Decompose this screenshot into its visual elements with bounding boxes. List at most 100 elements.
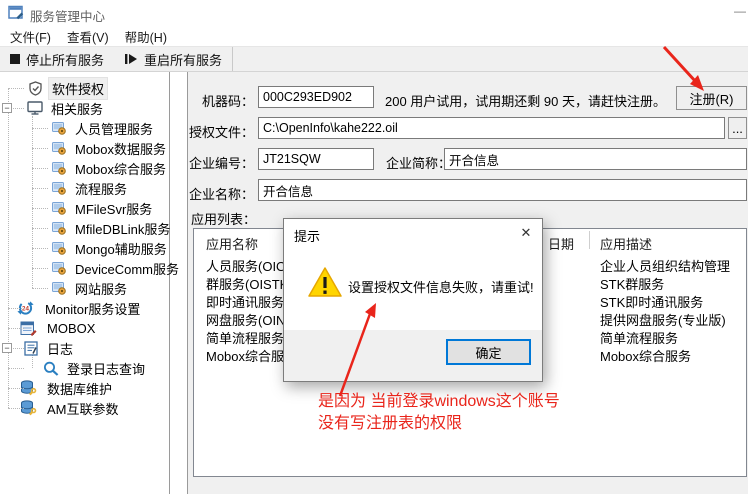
- tree-item-label: MfileDBLink服务: [72, 218, 173, 239]
- tree-item-workflow-service[interactable]: 流程服务: [0, 178, 170, 198]
- tree-item-software-license[interactable]: 软件授权: [0, 78, 170, 98]
- tree-item-related-services[interactable]: − 相关服务: [0, 98, 170, 118]
- company-short-input[interactable]: [444, 148, 747, 170]
- tree-item-mobox[interactable]: MOBOX: [0, 318, 170, 338]
- title-bar: 服务管理中心 —: [0, 0, 748, 27]
- app-list-label: 应用列表：: [191, 209, 256, 228]
- tree-item-label: 数据库维护: [44, 378, 115, 399]
- restart-all-services-button[interactable]: 重启所有服务: [114, 47, 232, 71]
- company-code-label: 企业编号：: [188, 153, 254, 172]
- tree-item-label: DeviceComm服务: [72, 258, 182, 279]
- tree-item-am-interconnect-params[interactable]: AM互联参数: [0, 398, 170, 418]
- ok-button[interactable]: 确定: [446, 339, 531, 365]
- restart-all-services-label: 重启所有服务: [144, 50, 222, 69]
- tree-item-logs[interactable]: − 日志: [0, 338, 170, 358]
- company-name-label: 企业名称：: [188, 184, 254, 203]
- service-gear-icon: [50, 120, 68, 136]
- menu-view[interactable]: 查看(V): [59, 25, 117, 48]
- app-desc-cell: STK即时通讯服务: [600, 292, 703, 311]
- trial-status-text: 200 用户试用，试用期还剩 90 天，请赶快注册。: [385, 91, 666, 110]
- close-icon[interactable]: ✕: [510, 219, 542, 247]
- annotation-note-line2: 没有写注册表的权限: [318, 413, 560, 435]
- service-tree: 软件授权 − 相关服务 人员管理服务 Mobox数据服务 Mobox综合服务 流…: [0, 72, 170, 494]
- svg-text:24: 24: [22, 305, 29, 312]
- service-gear-icon: [50, 140, 68, 156]
- collapse-toggle-icon[interactable]: −: [2, 103, 12, 113]
- annotation-note: 是因为 当前登录windows这个账号 没有写注册表的权限: [318, 391, 560, 435]
- stop-icon: [10, 54, 20, 64]
- stop-all-services-button[interactable]: 停止所有服务: [0, 47, 114, 71]
- tree-item-mfilesvr-service[interactable]: MFileSvr服务: [0, 198, 170, 218]
- tree-item-mfiledblink-service[interactable]: MfileDBLink服务: [0, 218, 170, 238]
- restart-icon: [124, 53, 138, 65]
- tree-item-label: 流程服务: [72, 178, 130, 199]
- tree-item-mobox-data-service[interactable]: Mobox数据服务: [0, 138, 170, 158]
- service-gear-icon: [50, 180, 68, 196]
- license-file-label: 授权文件：: [188, 122, 254, 141]
- warning-icon: [308, 266, 342, 301]
- menu-help[interactable]: 帮助(H): [117, 25, 175, 48]
- collapse-toggle-icon[interactable]: −: [2, 343, 12, 353]
- tree-item-label: AM互联参数: [44, 398, 122, 419]
- service-gear-icon: [50, 240, 68, 256]
- tree-item-label: 软件授权: [48, 77, 108, 100]
- database-wrench-icon: [16, 380, 40, 396]
- column-header-app-name[interactable]: 应用名称: [206, 234, 258, 253]
- form-icon: [16, 320, 40, 336]
- service-gear-icon: [50, 220, 68, 236]
- sync-arrows-icon: 24: [12, 300, 38, 316]
- machine-code-input[interactable]: [258, 86, 374, 108]
- toolbar: 停止所有服务 重启所有服务: [0, 46, 748, 72]
- shield-check-icon: [26, 80, 44, 96]
- menu-file[interactable]: 文件(F): [2, 25, 59, 48]
- window-title: 服务管理中心: [30, 6, 105, 25]
- database-wrench-icon: [16, 400, 40, 416]
- menu-bar: 文件(F) 查看(V) 帮助(H): [0, 27, 748, 46]
- app-desc-cell: 企业人员组织结构管理: [600, 256, 730, 275]
- dialog-footer: 确定: [284, 330, 542, 381]
- company-code-input[interactable]: [258, 148, 374, 170]
- license-file-input[interactable]: [258, 117, 725, 139]
- machine-code-label: 机器码：: [188, 91, 254, 110]
- tree-item-label: Mobox数据服务: [72, 138, 169, 159]
- tree-item-label: 人员管理服务: [72, 118, 156, 139]
- tree-item-mobox-composite-service[interactable]: Mobox综合服务: [0, 158, 170, 178]
- tree-item-login-log-query[interactable]: 登录日志查询: [0, 358, 170, 378]
- company-name-input[interactable]: [258, 179, 747, 201]
- tree-item-mongo-helper-service[interactable]: Mongo辅助服务: [0, 238, 170, 258]
- browse-button[interactable]: ...: [728, 117, 747, 139]
- app-desc-cell: STK群服务: [600, 274, 664, 293]
- annotation-note-line1: 是因为 当前登录windows这个账号: [318, 391, 560, 413]
- service-gear-icon: [50, 260, 68, 276]
- dialog-message: 设置授权文件信息失败，请重试!: [348, 277, 534, 296]
- tree-item-devicecomm-service[interactable]: DeviceComm服务: [0, 258, 170, 278]
- column-divider[interactable]: [589, 231, 590, 249]
- app-desc-cell: Mobox综合服务: [600, 346, 691, 365]
- service-gear-icon: [50, 200, 68, 216]
- monitor-icon: [26, 100, 44, 116]
- dialog-title: 提示: [294, 226, 320, 245]
- tree-item-monitor-settings[interactable]: 24 Monitor服务设置: [0, 298, 170, 318]
- tree-item-label: Mongo辅助服务: [72, 238, 170, 259]
- tree-item-label: Mobox综合服务: [72, 158, 169, 179]
- column-header-app-desc[interactable]: 应用描述: [600, 234, 652, 253]
- tree-item-label: Monitor服务设置: [42, 298, 143, 319]
- search-icon: [42, 360, 60, 376]
- tree-item-label: 日志: [44, 338, 76, 359]
- minimize-button[interactable]: —: [734, 2, 746, 20]
- toolbar-separator: [232, 47, 233, 71]
- tree-item-website-service[interactable]: 网站服务: [0, 278, 170, 298]
- tree-item-label: 相关服务: [48, 98, 106, 119]
- stop-all-services-label: 停止所有服务: [26, 50, 104, 69]
- tree-item-database-maintenance[interactable]: 数据库维护: [0, 378, 170, 398]
- service-gear-icon: [50, 160, 68, 176]
- service-gear-icon: [50, 280, 68, 296]
- app-desc-cell: 简单流程服务: [600, 328, 678, 347]
- column-header-date[interactable]: 日期: [548, 234, 574, 253]
- tree-item-personnel-service[interactable]: 人员管理服务: [0, 118, 170, 138]
- tree-item-label: 网站服务: [72, 278, 130, 299]
- register-button[interactable]: 注册(R): [676, 86, 747, 110]
- dialog-body: 设置授权文件信息失败，请重试!: [284, 247, 542, 331]
- tree-item-label: 登录日志查询: [64, 358, 148, 379]
- app-window-icon: [8, 5, 24, 23]
